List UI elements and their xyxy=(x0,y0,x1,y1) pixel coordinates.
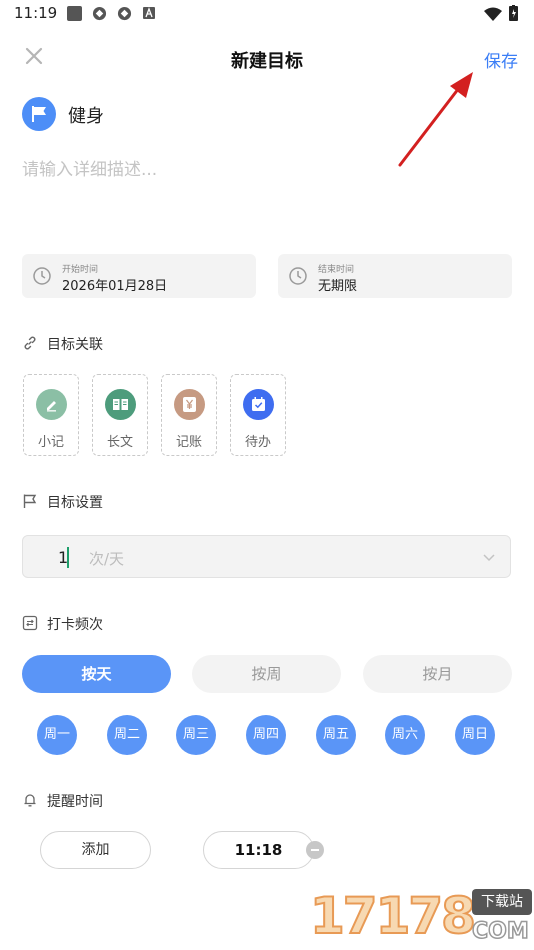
calendar-check-icon xyxy=(243,389,274,420)
annotation-arrow xyxy=(398,72,473,167)
goal-icon[interactable] xyxy=(22,97,56,131)
watermark-domain: COM xyxy=(471,918,529,945)
link-tile-label: 待办 xyxy=(244,435,271,450)
link-icon xyxy=(24,336,36,350)
target-section-title: 目标设置 xyxy=(47,495,103,511)
reminder-time-chip[interactable]: 11:18 xyxy=(203,831,314,869)
yen-receipt-icon xyxy=(174,389,205,420)
link-section-title: 目标关联 xyxy=(47,337,103,353)
start-date-label: 开始时间 xyxy=(62,265,99,275)
sync-notification-icon-2 xyxy=(117,6,132,21)
goal-name[interactable]: 健身 xyxy=(68,102,104,128)
link-tile-note[interactable]: 小记 xyxy=(23,374,79,456)
link-tile-label: 小记 xyxy=(37,435,64,450)
end-date-value: 无期限 xyxy=(318,279,358,294)
link-tile-label: 长文 xyxy=(106,435,133,450)
day-monday[interactable]: 周一 xyxy=(37,715,77,755)
day-saturday[interactable]: 周六 xyxy=(385,715,425,755)
day-tuesday[interactable]: 周二 xyxy=(107,715,147,755)
sync-notification-icon xyxy=(92,6,107,21)
frequency-monthly-button[interactable]: 按月 xyxy=(363,655,512,693)
watermark-number: 17178 xyxy=(309,886,477,946)
link-tile-accounting[interactable]: 记账 xyxy=(161,374,217,456)
link-tile-article[interactable]: 长文 xyxy=(92,374,148,456)
bell-icon xyxy=(24,794,36,807)
text-cursor xyxy=(67,547,69,568)
link-tile-todo[interactable]: 待办 xyxy=(230,374,286,456)
pencil-icon xyxy=(36,389,67,420)
battery-icon xyxy=(509,5,518,21)
clock-icon xyxy=(33,267,51,285)
target-count-field[interactable]: 1 次/天 xyxy=(22,535,511,578)
clock-icon xyxy=(289,267,307,285)
frequency-daily-button[interactable]: 按天 xyxy=(22,655,171,693)
remove-reminder-icon[interactable] xyxy=(306,841,324,859)
day-sunday[interactable]: 周日 xyxy=(455,715,495,755)
save-button[interactable]: 保存 xyxy=(484,47,518,72)
book-icon xyxy=(105,389,136,420)
link-tile-label: 记账 xyxy=(175,435,202,450)
text-notification-icon xyxy=(143,7,155,19)
flag-icon xyxy=(32,106,46,122)
watermark-logo: 17178 下载站 COM xyxy=(309,885,534,950)
reminder-section-title: 提醒时间 xyxy=(47,794,103,810)
description-input[interactable]: 请输入详细描述... xyxy=(22,155,157,180)
repeat-icon xyxy=(22,615,38,631)
target-unit-select[interactable]: 次/天 xyxy=(89,548,124,569)
flag-outline-icon xyxy=(23,494,37,508)
chevron-down-icon[interactable] xyxy=(482,550,496,564)
day-friday[interactable]: 周五 xyxy=(316,715,356,755)
add-reminder-button[interactable]: 添加 xyxy=(40,831,151,869)
end-date-card[interactable]: 结束时间 无期限 xyxy=(278,254,512,298)
app-notification-icon xyxy=(67,6,82,21)
watermark-tag: 下载站 xyxy=(472,889,532,915)
start-date-card[interactable]: 开始时间 2026年01月28日 xyxy=(22,254,256,298)
status-time: 11:19 xyxy=(14,4,58,22)
end-date-label: 结束时间 xyxy=(318,265,355,275)
wifi-icon xyxy=(484,7,502,21)
day-thursday[interactable]: 周四 xyxy=(246,715,286,755)
frequency-section-title: 打卡频次 xyxy=(47,617,103,633)
start-date-value: 2026年01月28日 xyxy=(62,279,168,294)
frequency-weekly-button[interactable]: 按周 xyxy=(192,655,341,693)
day-wednesday[interactable]: 周三 xyxy=(176,715,216,755)
